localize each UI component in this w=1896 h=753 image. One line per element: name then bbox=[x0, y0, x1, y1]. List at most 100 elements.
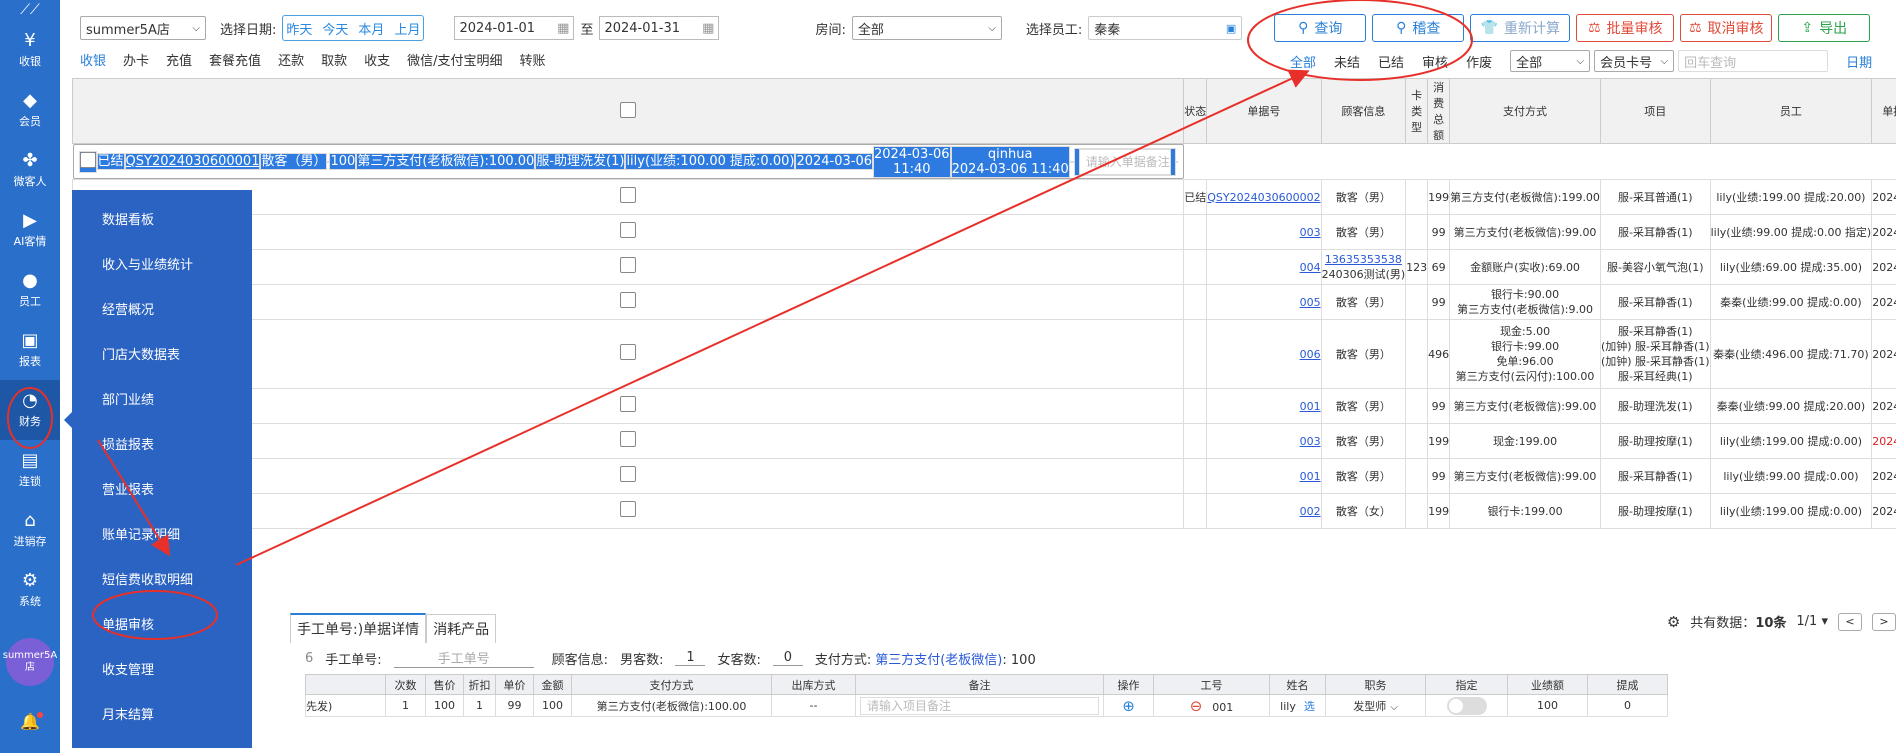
date-to-input[interactable]: 2024-01-31 ▦ bbox=[599, 16, 720, 40]
detail-row[interactable]: 先发) 1 100 1 99 100 第三方支付(老板微信):100.00 -- 请输入项目备注… bbox=[305, 694, 1668, 717]
avatar[interactable]: summer5A店 bbox=[3, 638, 57, 686]
sidebar-item-3[interactable]: ▶ AI客情 bbox=[0, 200, 60, 260]
column-header[interactable]: 状态 bbox=[1183, 78, 1208, 144]
flyout-item[interactable]: 收支管理 bbox=[72, 648, 252, 693]
job-no-input[interactable]: 001 bbox=[1212, 701, 1233, 714]
select-all-checkbox[interactable] bbox=[620, 101, 637, 118]
row-checkbox[interactable] bbox=[620, 396, 637, 412]
status-tab[interactable]: 全部 bbox=[1290, 52, 1316, 71]
tab-record-type[interactable]: 取款 bbox=[321, 50, 347, 70]
manual-no-input[interactable]: 手工单号 bbox=[393, 648, 534, 668]
remove-icon[interactable]: ⊖ bbox=[1190, 697, 1203, 715]
flyout-item[interactable]: 损益报表 bbox=[72, 423, 252, 468]
quick-this-month[interactable]: 本月 bbox=[358, 19, 384, 38]
flyout-item[interactable]: 经营概况 bbox=[72, 288, 252, 333]
sidebar-item-0[interactable]: ¥ 收银 bbox=[0, 20, 60, 80]
tab-record-type[interactable]: 还款 bbox=[278, 50, 304, 70]
status-tab[interactable]: 作废 bbox=[1466, 52, 1492, 71]
quick-yesterday[interactable]: 昨天 bbox=[286, 19, 312, 38]
pay-method-link[interactable]: 第三方支付(老板微信): 100 bbox=[875, 649, 1035, 668]
member-card-select[interactable]: 会员卡号 ⌵ bbox=[1594, 50, 1675, 72]
flyout-item[interactable]: 数据看板 bbox=[72, 198, 252, 243]
pay-method-link-text[interactable]: 第三方支付(老板微信) bbox=[875, 653, 1002, 668]
bill-no-link[interactable]: 003 bbox=[1208, 434, 1320, 449]
bill-no-link[interactable]: 005 bbox=[1208, 295, 1320, 310]
search-input[interactable]: 回车查询 bbox=[1678, 50, 1829, 72]
export-button[interactable]: ⇪ 导出 bbox=[1778, 14, 1871, 42]
column-header[interactable]: 消费总额 bbox=[1427, 78, 1451, 144]
note-input[interactable]: 请输入单据备注 bbox=[1078, 148, 1171, 175]
tab-bill-detail[interactable]: 手工单号:)单据详情 bbox=[290, 613, 427, 643]
recalculate-button[interactable]: 👕 重新计算 bbox=[1470, 14, 1571, 42]
bill-no-link[interactable]: 001 bbox=[1208, 399, 1320, 414]
column-header[interactable]: 卡类型 bbox=[1405, 78, 1429, 144]
bill-no-link[interactable]: QSY2024030600002 bbox=[1208, 191, 1320, 204]
row-checkbox[interactable] bbox=[620, 466, 637, 482]
tab-record-type[interactable]: 微信/支付宝明细 bbox=[407, 50, 502, 70]
room-select[interactable]: 全部 ⌵ bbox=[851, 16, 1002, 40]
flyout-item[interactable]: 营业报表 bbox=[72, 468, 252, 513]
bell-icon[interactable]: 🔔 bbox=[20, 712, 43, 731]
sidebar-item-5[interactable]: ▣ 报表 bbox=[0, 320, 60, 380]
status-select[interactable]: 全部 ⌵ bbox=[1510, 50, 1591, 72]
tab-record-type[interactable]: 收支 bbox=[364, 50, 390, 70]
tab-record-type[interactable]: 转账 bbox=[520, 50, 546, 70]
column-header[interactable]: 单据日期 bbox=[1871, 78, 1896, 144]
quick-last-month[interactable]: 上月 bbox=[394, 19, 420, 38]
table-row[interactable]: 004 13635353538 240306测试(男) 123 69 金额账户(实收):6… bbox=[72, 249, 1896, 285]
role-select[interactable]: 发型师 bbox=[1353, 700, 1386, 713]
column-header[interactable]: 员工 bbox=[1709, 78, 1873, 144]
prev-page-button[interactable]: < bbox=[1838, 612, 1862, 631]
next-page-button[interactable]: > bbox=[1872, 612, 1896, 631]
staff-select[interactable]: 秦秦 ▣ bbox=[1088, 16, 1243, 40]
row-checkbox[interactable] bbox=[620, 344, 637, 360]
table-row[interactable]: 002 散客（女） 199 银行卡:199.00 服-助理按摩(1) lily(业绩:19… bbox=[72, 493, 1896, 529]
flyout-item[interactable]: 部门业绩 bbox=[72, 378, 252, 423]
row-checkbox[interactable] bbox=[620, 501, 637, 517]
table-row[interactable]: 003 散客（男） 199 现金:199.00 服-助理按摩(1) lily(业绩:199… bbox=[72, 423, 1896, 459]
male-count-input[interactable]: 1 bbox=[675, 650, 706, 666]
sidebar-item-4[interactable]: ● 员工 bbox=[0, 260, 60, 320]
add-icon[interactable]: ⊕ bbox=[1122, 697, 1135, 715]
page-indicator[interactable]: 1/1 ▾ bbox=[1796, 614, 1828, 629]
status-tab[interactable]: 未结 bbox=[1334, 52, 1360, 71]
flyout-item[interactable]: 单据审核 bbox=[72, 603, 252, 648]
audit-button[interactable]: ⚲ 稽查 bbox=[1372, 14, 1465, 42]
column-header[interactable]: 项目 bbox=[1599, 78, 1711, 144]
bill-no-link[interactable]: 002 bbox=[1208, 504, 1320, 519]
item-note-input[interactable]: 请输入项目备注 bbox=[860, 696, 1099, 715]
flyout-item[interactable]: 月末结算 bbox=[72, 693, 252, 738]
sidebar-item-7[interactable]: ▤ 连锁 bbox=[0, 440, 60, 500]
row-checkbox[interactable] bbox=[620, 292, 637, 308]
bill-no-link[interactable]: 006 bbox=[1208, 347, 1320, 362]
tab-record-type[interactable]: 套餐充值 bbox=[209, 50, 261, 70]
flyout-item[interactable]: 短信费收取明细 bbox=[72, 558, 252, 603]
table-row[interactable]: 001 散客（男） 99 第三方支付(老板微信):99.00 服-采耳静香(1) lily… bbox=[72, 458, 1896, 494]
bill-no-link[interactable]: QSY2024030600001 bbox=[126, 154, 260, 169]
pick-staff-link[interactable]: 选 bbox=[1304, 700, 1315, 713]
tab-consumed-products[interactable]: 消耗产品 bbox=[426, 614, 497, 643]
status-tab[interactable]: 已结 bbox=[1378, 52, 1404, 71]
tab-record-type[interactable]: 办卡 bbox=[123, 50, 149, 70]
sidebar-item-1[interactable]: ◆ 会员 bbox=[0, 80, 60, 140]
bill-no-link[interactable]: 004 bbox=[1208, 260, 1320, 275]
flyout-item[interactable]: 账单记录明细 bbox=[72, 513, 252, 558]
gear-icon[interactable]: ⚙ bbox=[1667, 613, 1680, 631]
cell-commission[interactable]: 0 bbox=[1587, 694, 1668, 717]
column-header[interactable]: 支付方式 bbox=[1449, 78, 1601, 144]
row-checkbox[interactable] bbox=[620, 431, 637, 447]
designated-toggle[interactable] bbox=[1446, 696, 1487, 715]
bill-no-link[interactable]: 003 bbox=[1208, 225, 1320, 240]
cell-performance[interactable]: 100 bbox=[1507, 694, 1588, 717]
row-checkbox[interactable] bbox=[620, 222, 637, 238]
row-checkbox[interactable] bbox=[620, 187, 637, 203]
table-row[interactable]: 006 散客（男） 496 现金:5.00 银行卡:99.00 免单:96.00 第三方支付… bbox=[72, 319, 1896, 389]
customer-phone-link[interactable]: 13635353538 bbox=[1322, 252, 1405, 267]
column-header[interactable]: 单据号 bbox=[1206, 78, 1322, 144]
table-row[interactable]: 已结 QSY2024030600001 散客（男） 100 第三方支付(老板微信):10… bbox=[72, 144, 1184, 179]
date-from-input[interactable]: 2024-01-01 ▦ bbox=[454, 16, 575, 40]
sidebar-item-2[interactable]: ✤ 微客人 bbox=[0, 140, 60, 200]
table-row[interactable]: 已结 QSY2024030600002 散客（男） 199 第三方支付(老板微信):19… bbox=[72, 179, 1896, 215]
table-row[interactable]: 005 散客（男） 99 银行卡:90.00 第三方支付(老板微信):9.00 服-采耳静… bbox=[72, 284, 1896, 320]
store-select[interactable]: summer5A店 ⌵ bbox=[80, 16, 206, 40]
